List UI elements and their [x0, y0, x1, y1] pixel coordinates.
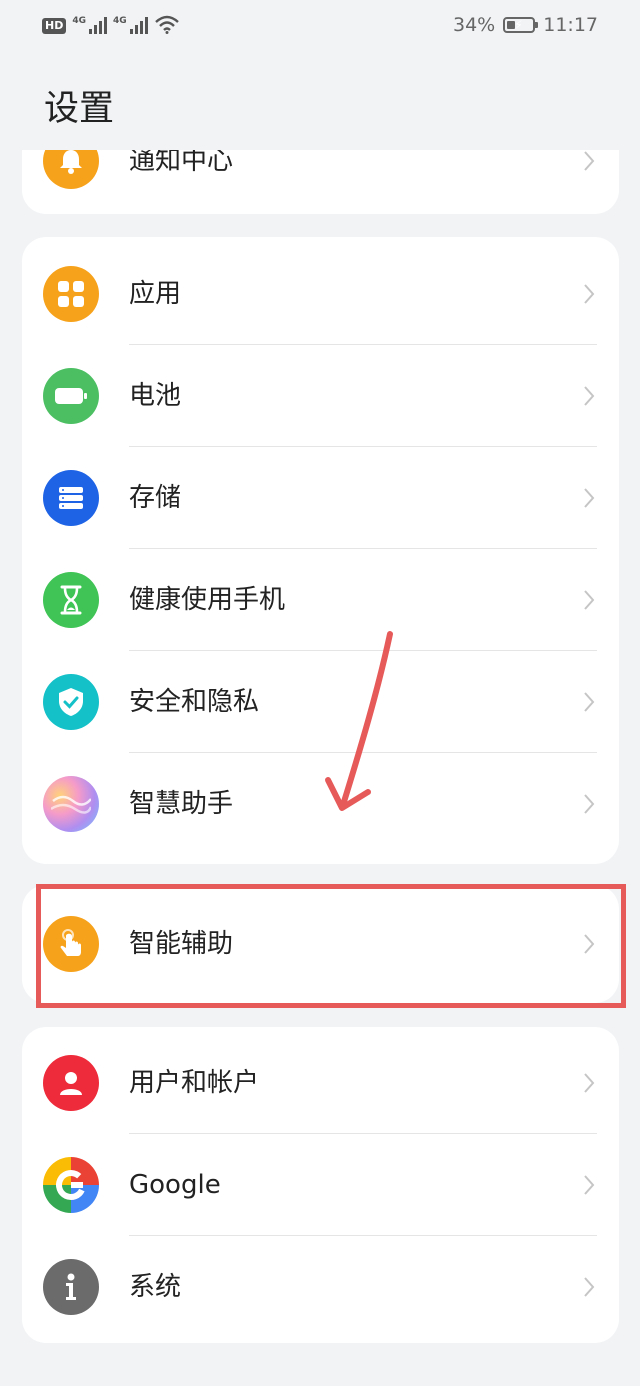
settings-item-label: Google — [129, 1170, 221, 1200]
hd-badge: HD — [42, 18, 67, 34]
chevron-right-icon — [584, 1073, 595, 1093]
chevron-right-icon — [584, 151, 595, 171]
settings-item-apps[interactable]: 应用 — [22, 243, 619, 345]
settings-item-battery[interactable]: 电池 — [22, 345, 619, 447]
chevron-right-icon — [584, 488, 595, 508]
settings-item-system[interactable]: 系统 — [22, 1236, 619, 1338]
settings-item-label: 智慧助手 — [129, 789, 234, 819]
settings-item-label: 电池 — [129, 381, 182, 411]
clock: 11:17 — [543, 14, 598, 36]
info-icon — [43, 1259, 99, 1315]
settings-item-label: 存储 — [129, 483, 182, 513]
chevron-right-icon — [584, 590, 595, 610]
user-icon — [43, 1055, 99, 1111]
page-title: 设置 — [44, 89, 115, 129]
settings-item-label: 健康使用手机 — [129, 585, 286, 615]
bell-icon — [43, 150, 99, 189]
apps-icon — [43, 266, 99, 322]
settings-item-storage[interactable]: 存储 — [22, 447, 619, 549]
status-bar: HD 4G 4G 34% ⚡ 11:17 — [0, 0, 640, 56]
settings-item-label: 应用 — [129, 279, 182, 309]
storage-icon — [43, 470, 99, 526]
chevron-right-icon — [584, 386, 595, 406]
settings-item-label: 通知中心 — [129, 150, 234, 176]
status-left: HD 4G 4G — [42, 14, 180, 34]
settings-item-security-privacy[interactable]: 安全和隐私 — [22, 651, 619, 753]
settings-item-digital-balance[interactable]: 健康使用手机 — [22, 549, 619, 651]
sim1-network-label: 4G — [72, 16, 86, 26]
shield-icon — [43, 674, 99, 730]
chevron-right-icon — [584, 284, 595, 304]
status-right: 34% ⚡ 11:17 — [453, 14, 598, 36]
settings-item-google[interactable]: Google — [22, 1134, 619, 1236]
settings-item-notification-center[interactable]: 通知中心 — [22, 150, 619, 212]
signal-icon-sim2: 4G — [113, 16, 148, 34]
settings-group-notifications: 通知中心 — [22, 150, 619, 214]
settings-group-accounts-system: 用户和帐户 Google 系统 — [22, 1027, 619, 1343]
chevron-right-icon — [584, 794, 595, 814]
hourglass-icon — [43, 572, 99, 628]
wifi-icon — [154, 15, 179, 34]
chevron-right-icon — [584, 1277, 595, 1297]
settings-item-users-accounts[interactable]: 用户和帐户 — [22, 1032, 619, 1134]
settings-item-smart-assistant[interactable]: 智慧助手 — [22, 753, 619, 855]
battery-icon: ⚡ — [503, 17, 539, 33]
google-icon — [43, 1157, 99, 1213]
settings-item-label: 用户和帐户 — [129, 1068, 260, 1098]
battery-icon — [43, 368, 99, 424]
signal-icon-sim1: 4G — [72, 16, 107, 34]
settings-group-device: 应用 电池 存储 健康使用手机 安全和隐私 智慧助手 — [22, 237, 619, 864]
assistant-icon — [43, 776, 99, 832]
sim2-network-label: 4G — [113, 16, 127, 26]
battery-percent: 34% — [453, 14, 496, 36]
settings-item-label: 安全和隐私 — [129, 687, 260, 717]
highlight-box-annotation — [36, 884, 626, 1008]
chevron-right-icon — [584, 1175, 595, 1195]
settings-item-label: 系统 — [129, 1272, 182, 1302]
chevron-right-icon — [584, 692, 595, 712]
